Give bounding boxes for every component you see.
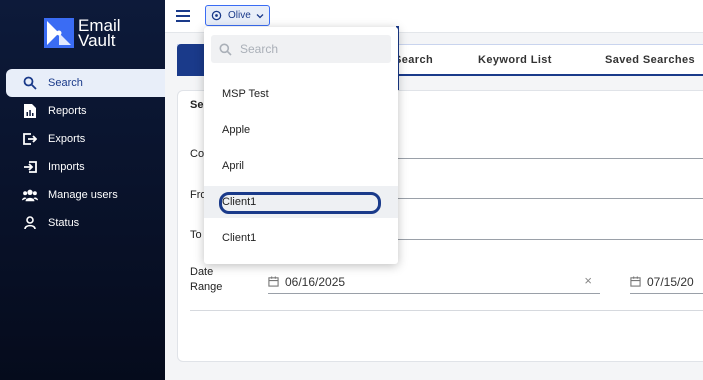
sidebar-item-label: Search xyxy=(48,77,83,89)
import-icon xyxy=(22,159,38,175)
field-label-c: Co xyxy=(190,148,205,160)
divider xyxy=(190,310,703,311)
sidebar-item-search[interactable]: Search xyxy=(6,69,165,97)
gear-icon xyxy=(211,10,222,21)
date-range-label-2: Range xyxy=(190,281,223,293)
field-underline[interactable] xyxy=(398,158,703,159)
sidebar-item-status[interactable]: Status xyxy=(0,209,165,237)
tenant-selector[interactable]: Olive xyxy=(205,5,270,26)
sidebar-item-reports[interactable]: Reports xyxy=(0,97,165,125)
sidebar-item-imports[interactable]: Imports xyxy=(0,153,165,181)
user-icon xyxy=(22,215,38,231)
to-field[interactable] xyxy=(398,239,703,240)
menu-icon[interactable] xyxy=(176,10,190,22)
app-logo[interactable]: Email Vault xyxy=(44,17,121,50)
date-to-value: 07/15/20 xyxy=(647,274,694,289)
dropdown-search[interactable] xyxy=(211,35,391,63)
sidebar-item-label: Exports xyxy=(48,133,86,145)
search-icon xyxy=(219,43,232,56)
date-from-value: 06/16/2025 xyxy=(285,274,346,289)
dropdown-search-input[interactable] xyxy=(240,42,380,56)
calendar-icon xyxy=(268,276,279,287)
sidebar-nav: Search Reports Exports Imports Manage us… xyxy=(0,69,165,237)
chevron-down-icon xyxy=(256,13,264,18)
search-icon xyxy=(22,75,38,91)
tenant-dropdown: MSP Test Apple April Client1 Client1 xyxy=(204,27,398,264)
brand-line-2: Vault xyxy=(78,31,116,50)
report-icon xyxy=(22,103,38,119)
tab-search[interactable]: Search xyxy=(394,54,433,66)
calendar-icon xyxy=(630,276,641,287)
export-icon xyxy=(22,131,38,147)
sidebar-item-exports[interactable]: Exports xyxy=(0,125,165,153)
tab-saved-searches[interactable]: Saved Searches xyxy=(605,54,695,66)
clear-icon[interactable]: × xyxy=(584,273,592,288)
tab-keyword-list[interactable]: Keyword List xyxy=(478,54,552,66)
tenant-name: Olive xyxy=(228,10,251,21)
dropdown-item-april[interactable]: April xyxy=(204,150,398,182)
dropdown-item-msp-test[interactable]: MSP Test xyxy=(204,78,398,110)
sidebar-item-label: Status xyxy=(48,217,80,229)
date-range-label-1: Date xyxy=(190,266,214,278)
dropdown-item-client1[interactable]: Client1 xyxy=(204,222,398,254)
focus-ring xyxy=(219,192,381,214)
sidebar-item-label: Imports xyxy=(48,161,85,173)
sidebar: Email Vault Search Reports Exports Impor… xyxy=(0,0,165,380)
date-from-field[interactable]: 06/16/2025 × xyxy=(268,270,600,294)
sidebar-item-label: Reports xyxy=(48,105,87,117)
users-icon xyxy=(22,187,38,203)
sidebar-item-manage-users[interactable]: Manage users xyxy=(0,181,165,209)
sidebar-item-label: Manage users xyxy=(48,189,118,201)
logo-mark-icon xyxy=(44,18,74,48)
dropdown-item-apple[interactable]: Apple xyxy=(204,114,398,146)
from-field[interactable] xyxy=(398,198,703,199)
section-title: Se xyxy=(190,99,204,111)
field-label-to: To xyxy=(190,229,202,241)
date-to-field[interactable]: 07/15/20 xyxy=(630,270,703,294)
